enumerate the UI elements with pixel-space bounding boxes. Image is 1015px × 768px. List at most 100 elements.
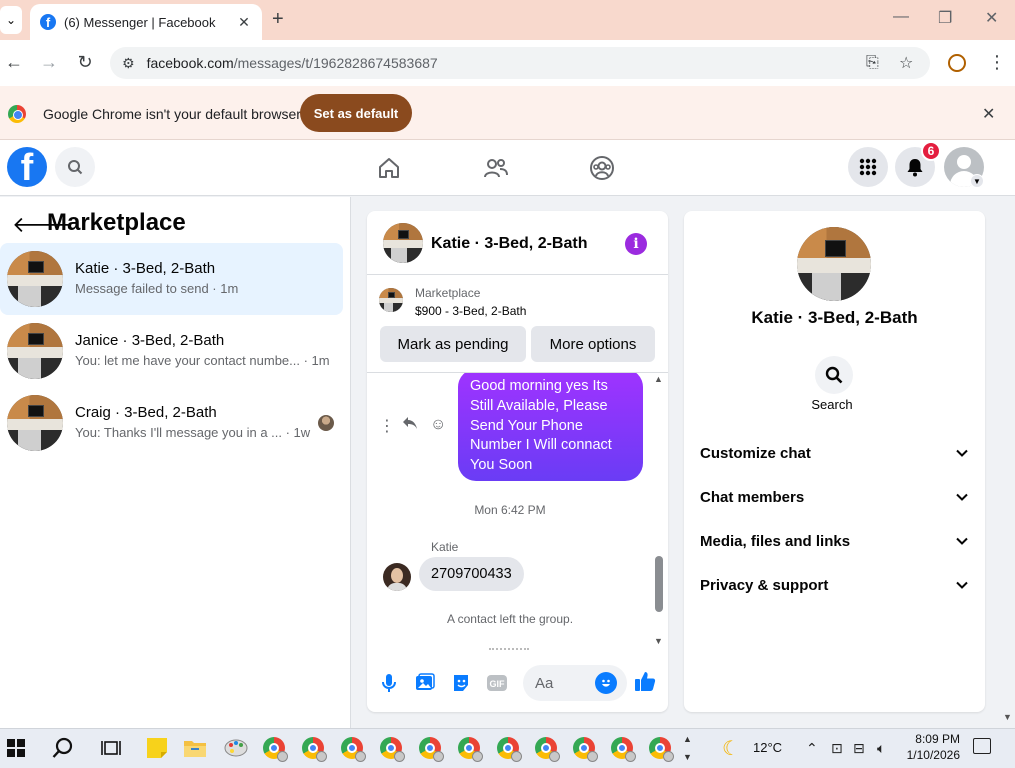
chrome-taskbar-icon[interactable] [572, 736, 598, 762]
customize-chat-section[interactable]: Customize chat [684, 433, 985, 473]
details-listing-avatar[interactable] [797, 227, 871, 301]
scroll-down-arrow-icon[interactable]: ▼ [654, 636, 663, 646]
search-button[interactable] [55, 147, 95, 187]
search-icon [825, 366, 843, 384]
taskbar-overflow-arrows-icon[interactable]: ▲ ▼ [683, 730, 692, 766]
chrome-menu-icon[interactable]: ⋮ [988, 52, 1006, 73]
site-info-icon[interactable]: ⚙ [122, 55, 135, 72]
sender-avatar[interactable] [383, 563, 411, 591]
reply-icon[interactable] [402, 416, 418, 435]
page-scroll-down-arrow-icon[interactable]: ▼ [1003, 712, 1012, 722]
react-smiley-icon[interactable]: ☺ [430, 416, 446, 434]
friends-nav-icon[interactable] [482, 154, 510, 182]
chrome-taskbar-icon[interactable] [340, 736, 366, 762]
conversation-item[interactable]: Janice · 3-Bed, 2-Bath You: let me have … [0, 315, 343, 387]
bookmark-star-icon[interactable]: ☆ [899, 53, 913, 73]
outgoing-message-bubble[interactable]: Good morning yes Its Still Available, Pl… [458, 373, 643, 481]
section-label: Privacy & support [700, 576, 829, 594]
emoji-icon[interactable] [595, 672, 617, 694]
chrome-logo-icon [8, 105, 26, 123]
minimize-icon[interactable]: — [893, 8, 909, 26]
volume-icon[interactable]: 🔈︎ [877, 740, 885, 757]
menu-grid-button[interactable] [848, 147, 888, 187]
clock-date: 1/10/2026 [906, 748, 960, 762]
forward-arrow-icon[interactable]: → [38, 52, 60, 73]
tab-close-icon[interactable]: ✕ [234, 14, 254, 31]
chrome-taskbar-icon[interactable] [534, 736, 560, 762]
chrome-profile-icon[interactable] [948, 54, 966, 72]
account-chevron-down-icon[interactable]: ▼ [970, 174, 984, 188]
restore-icon[interactable]: ❐ [938, 8, 952, 28]
new-tab-plus-icon[interactable]: + [272, 8, 284, 31]
taskbar-search-icon[interactable] [51, 736, 75, 760]
microphone-icon[interactable] [378, 672, 400, 694]
infobar-close-icon[interactable]: ✕ [982, 104, 995, 124]
omnibox[interactable]: ⚙ facebook.com/messages/t/19628286745836… [110, 47, 930, 79]
groups-nav-icon[interactable] [588, 154, 616, 182]
install-app-icon[interactable]: ⎘ [866, 54, 879, 72]
facebook-logo-icon[interactable]: f [7, 147, 47, 187]
bell-icon [907, 159, 923, 177]
listing-price[interactable]: $900 - 3-Bed, 2-Bath [415, 304, 526, 318]
chrome-taskbar-icon[interactable] [457, 736, 483, 762]
listing-thumbnail[interactable] [379, 288, 403, 312]
chrome-taskbar-icon[interactable] [496, 736, 522, 762]
listing-thumbnail [7, 323, 63, 379]
chat-members-section[interactable]: Chat members [684, 477, 985, 517]
moon-weather-icon[interactable]: ☾ [722, 736, 740, 761]
url-host: facebook.com [146, 55, 234, 71]
conversation-item[interactable]: Katie · 3-Bed, 2-Bath Message failed to … [0, 243, 343, 315]
device-icon[interactable]: ⊡ [831, 740, 843, 757]
clipped-text [489, 648, 529, 651]
weather-temperature[interactable]: 12°C [753, 740, 782, 755]
clock-time: 8:09 PM [915, 732, 960, 746]
network-icon[interactable]: ⊟ [853, 740, 865, 757]
browser-tab[interactable]: f (6) Messenger | Facebook ✕ [30, 4, 262, 40]
action-center-icon[interactable] [973, 738, 991, 754]
more-options-button[interactable]: More options [531, 326, 655, 362]
chat-listing-avatar[interactable] [383, 223, 423, 263]
sticker-icon[interactable] [450, 672, 472, 694]
task-view-icon[interactable] [99, 736, 123, 760]
photo-icon[interactable] [414, 672, 436, 694]
details-search-button[interactable] [815, 356, 853, 394]
tab-search-button[interactable]: ⌄ [0, 6, 22, 34]
file-explorer-icon[interactable] [183, 736, 207, 760]
thumbs-up-icon[interactable] [634, 670, 656, 692]
section-label: Media, files and links [700, 532, 851, 550]
gif-icon[interactable]: GIF [486, 672, 508, 694]
message-input[interactable] [535, 665, 595, 701]
home-nav-icon[interactable] [375, 154, 403, 182]
sticky-notes-icon[interactable] [145, 736, 169, 760]
chrome-taskbar-icon[interactable] [379, 736, 405, 762]
window-close-icon[interactable]: ✕ [985, 8, 998, 28]
reload-icon[interactable]: ↻ [74, 52, 96, 73]
more-actions-icon[interactable]: ⋮ [379, 416, 395, 436]
media-files-links-section[interactable]: Media, files and links [684, 521, 985, 561]
infobar-message: Google Chrome isn't your default browser [43, 106, 301, 122]
chrome-taskbar-icon[interactable] [418, 736, 444, 762]
chevron-down-icon [956, 449, 968, 457]
paint-app-icon[interactable] [224, 736, 248, 760]
windows-start-icon[interactable] [4, 736, 28, 760]
taskbar-clock[interactable]: 8:09 PM 1/10/2026 [900, 731, 960, 763]
set-as-default-button[interactable]: Set as default [300, 94, 412, 132]
details-search-label: Search [811, 397, 853, 412]
mark-as-pending-button[interactable]: Mark as pending [380, 326, 526, 362]
chat-title[interactable]: Katie · 3-Bed, 2-Bath [431, 235, 587, 253]
chrome-taskbar-icon[interactable] [610, 736, 636, 762]
chrome-taskbar-icon[interactable] [262, 736, 288, 762]
scrollbar-thumb[interactable] [655, 556, 663, 612]
scroll-up-arrow-icon[interactable]: ▲ [654, 374, 663, 384]
privacy-support-section[interactable]: Privacy & support [684, 565, 985, 605]
back-arrow-icon[interactable]: ← [3, 52, 25, 73]
show-hidden-icons-chevron-icon[interactable]: ⌃ [806, 740, 818, 757]
chrome-taskbar-icon[interactable] [648, 736, 674, 762]
message-input-box[interactable] [523, 665, 627, 701]
chrome-taskbar-icon[interactable] [301, 736, 327, 762]
incoming-message-bubble[interactable]: 2709700433 [419, 557, 524, 591]
conversation-item[interactable]: Craig · 3-Bed, 2-Bath You: Thanks I'll m… [0, 387, 343, 459]
info-icon[interactable]: i [625, 233, 647, 255]
message-list[interactable]: ⋮ ☺ Good morning yes Its Still Available… [367, 373, 668, 651]
details-title[interactable]: Katie · 3-Bed, 2-Bath [684, 308, 985, 328]
